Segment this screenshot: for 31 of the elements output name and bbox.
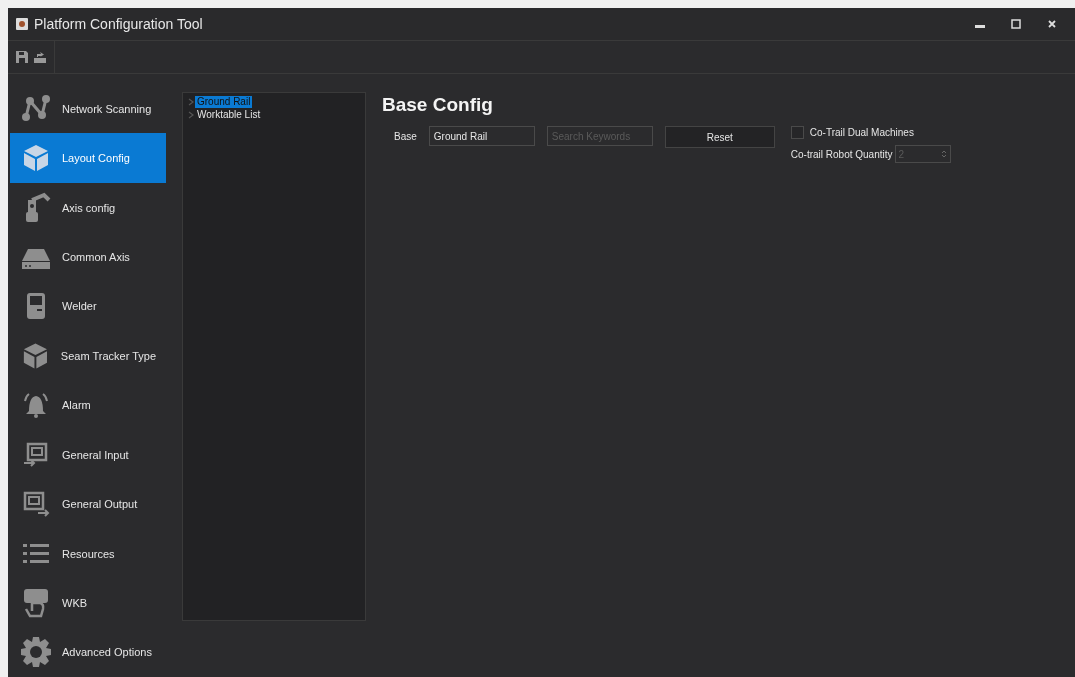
sidebar-item[interactable]: General Input [10,429,166,480]
sidebar-item[interactable]: Advanced Options [10,627,166,677]
tree-item[interactable]: Worktable List [195,108,263,121]
window-title: Platform Configuration Tool [34,16,204,32]
close-icon [1047,19,1057,29]
app-icon [16,18,28,30]
sidebar-item[interactable]: Layout Config [10,133,166,183]
spin-arrows-icon [940,149,947,159]
reset-button[interactable]: Reset [664,126,775,148]
sidebar-item[interactable]: Common Axis [10,232,166,282]
sidebar-item[interactable]: WKB [10,578,166,628]
sidebar-icon [20,636,52,669]
sidebar-item[interactable]: Seam Tracker Type [10,331,166,381]
base-field[interactable]: Ground Rail [428,126,535,146]
sidebar-item[interactable]: Axis config [10,182,166,233]
sidebar-item[interactable]: General Output [10,479,166,529]
checkbox-label: Co-Trail Dual Machines [809,127,914,138]
save-icon [16,51,28,63]
save-button[interactable] [16,51,28,63]
import-icon [34,51,46,63]
sidebar-item[interactable]: Network Scanning [10,84,166,134]
tree-item[interactable]: Ground Rail [195,95,253,108]
sidebar-item[interactable]: Resources [10,528,166,579]
sidebar-item[interactable]: Welder [10,281,166,332]
maximize-icon [1011,19,1021,29]
sidebar-item[interactable]: Alarm [10,380,166,430]
checkbox[interactable] [790,126,804,139]
import-button[interactable] [34,51,46,63]
section-heading: Base Config [382,94,494,116]
base-label: Base [394,130,417,144]
quantity-label: Co-trail Robot Quantity [790,148,893,160]
